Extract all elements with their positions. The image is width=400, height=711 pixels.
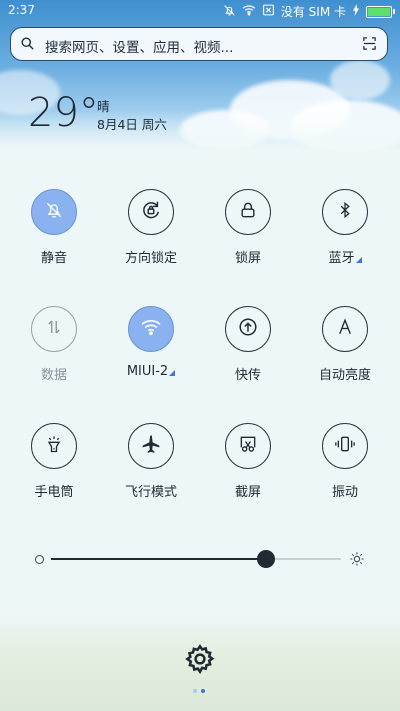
weather-condition: 晴 [97, 99, 110, 114]
menu-indicator-icon [355, 257, 362, 263]
toggle-mute[interactable]: 静音 [4, 189, 104, 266]
flashlight-icon [44, 433, 64, 459]
toggle-lock-screen[interactable]: 锁屏 [198, 189, 298, 266]
airplane-button[interactable] [128, 423, 174, 469]
toggle-auto-brightness[interactable]: 自动亮度 [295, 306, 395, 383]
charging-icon [352, 4, 360, 19]
toggle-label: MIUI-2 [126, 364, 169, 379]
search-bar[interactable]: 搜索网页、设置、应用、视频... [10, 27, 388, 61]
wifi-button[interactable] [128, 306, 174, 352]
mobile-data-button[interactable] [31, 306, 77, 352]
toggle-label: 静音 [40, 251, 67, 266]
menu-indicator-icon [169, 370, 176, 376]
toggle-label: 振动 [331, 485, 358, 500]
bell-off-status-icon [223, 4, 236, 20]
wifi-status-icon [242, 4, 256, 19]
scan-icon[interactable] [362, 36, 377, 55]
toggle-label: 截屏 [234, 485, 261, 500]
toggle-rotation-lock[interactable]: 方向锁定 [101, 189, 201, 266]
brightness-low-icon [35, 555, 44, 564]
vibrate-button[interactable] [322, 423, 368, 469]
flashlight-button[interactable] [31, 423, 77, 469]
toggle-label: 手电筒 [34, 485, 74, 500]
no-sim-icon [262, 4, 275, 19]
toggle-mobile-data[interactable]: 数据 [4, 306, 104, 383]
airplane-icon [141, 434, 161, 458]
bluetooth-icon [336, 200, 354, 224]
toggle-label: 飞行模式 [124, 485, 177, 500]
bluetooth-button[interactable] [322, 189, 368, 235]
sim-status-text: 没有 SIM 卡 [280, 5, 346, 19]
vibrate-icon [334, 434, 356, 458]
brightness-slider[interactable] [51, 550, 341, 568]
lock-screen-button[interactable] [225, 189, 271, 235]
toggle-bluetooth[interactable]: 蓝牙 [295, 189, 395, 266]
toggle-quick-share[interactable]: 快传 [198, 306, 298, 383]
auto-brightness-button[interactable] [322, 306, 368, 352]
toggle-label: 自动亮度 [318, 368, 371, 383]
toggle-airplane[interactable]: 飞行模式 [101, 423, 201, 500]
toggle-vibrate[interactable]: 振动 [295, 423, 395, 500]
status-time: 2:37 [8, 3, 35, 17]
mobile-data-icon [45, 318, 63, 340]
auto-brightness-icon [336, 318, 354, 340]
settings-gear-icon[interactable] [184, 643, 216, 679]
bell-off-icon [44, 200, 64, 224]
rotation-lock-button[interactable] [128, 189, 174, 235]
rotation-lock-icon [140, 199, 162, 225]
search-placeholder: 搜索网页、设置、应用、视频... [45, 40, 234, 56]
search-icon [20, 36, 35, 55]
page-dot-active [201, 689, 205, 693]
mute-button[interactable] [31, 189, 77, 235]
screenshot-icon [238, 434, 258, 458]
lock-icon [238, 200, 258, 224]
wifi-icon [140, 318, 162, 340]
status-bar: 2:37 没有 SIM 卡 [0, 0, 400, 22]
weather-date: 8月4日 周六 [97, 117, 167, 132]
brightness-fill [51, 557, 266, 560]
quick-share-button[interactable] [225, 306, 271, 352]
toggle-label: 蓝牙 [328, 251, 355, 266]
brightness-thumb[interactable] [256, 550, 275, 568]
temperature: 29° [28, 90, 99, 136]
toggle-label-with-menu: MIUI-2 [101, 364, 201, 379]
toggle-wifi[interactable]: MIUI-2 [101, 306, 201, 379]
toggle-label: 快传 [234, 368, 261, 383]
battery-icon [366, 5, 395, 18]
toggle-label: 数据 [40, 368, 67, 383]
page-indicator [193, 689, 205, 693]
toggle-label: 锁屏 [234, 251, 261, 266]
toggle-label-with-menu: 蓝牙 [295, 247, 395, 266]
page-dot [193, 689, 197, 693]
brightness-slider-row [0, 548, 400, 570]
quick-share-icon [237, 316, 259, 342]
brightness-high-icon [349, 551, 365, 571]
toggle-label: 方向锁定 [124, 251, 177, 266]
screenshot-button[interactable] [225, 423, 271, 469]
toggle-flashlight[interactable]: 手电筒 [4, 423, 104, 500]
toggle-screenshot[interactable]: 截屏 [198, 423, 298, 500]
